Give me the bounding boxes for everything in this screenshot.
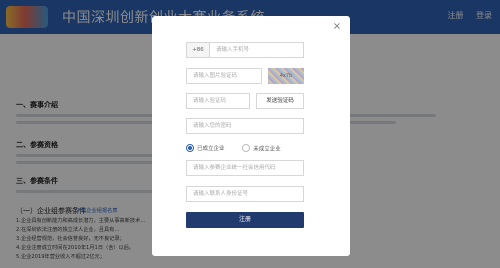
password-input[interactable]: 请输入您的密码 (186, 118, 304, 134)
close-icon[interactable]: × (332, 22, 342, 32)
contact-id-input[interactable]: 请输入联系人身份证号 (186, 186, 304, 202)
radio-label-not-established: 未成立企业 (253, 146, 281, 152)
radio-not-established[interactable] (242, 144, 251, 152)
radio-label-established: 已成立企业 (197, 146, 225, 152)
captcha-image[interactable]: 4x7b (268, 68, 304, 84)
company-status-radio-group: 已成立企业 未成立企业 (186, 144, 281, 152)
image-captcha-input[interactable]: 请输入图片验证码 (186, 68, 262, 84)
send-code-button[interactable]: 发送验证码 (256, 93, 304, 109)
country-code-select[interactable]: +86 (186, 42, 210, 58)
credit-code-input[interactable]: 请输入参赛企业统一社会信用代码 (186, 160, 304, 176)
radio-established[interactable] (186, 144, 194, 152)
registration-modal: × +86 请输入手机号 请输入图片验证码 4x7b 请输入验证码 发送验证码 … (152, 16, 350, 256)
sms-code-input[interactable]: 请输入验证码 (186, 93, 250, 109)
register-button[interactable]: 注册 (186, 212, 304, 228)
phone-input[interactable]: 请输入手机号 (210, 42, 304, 58)
